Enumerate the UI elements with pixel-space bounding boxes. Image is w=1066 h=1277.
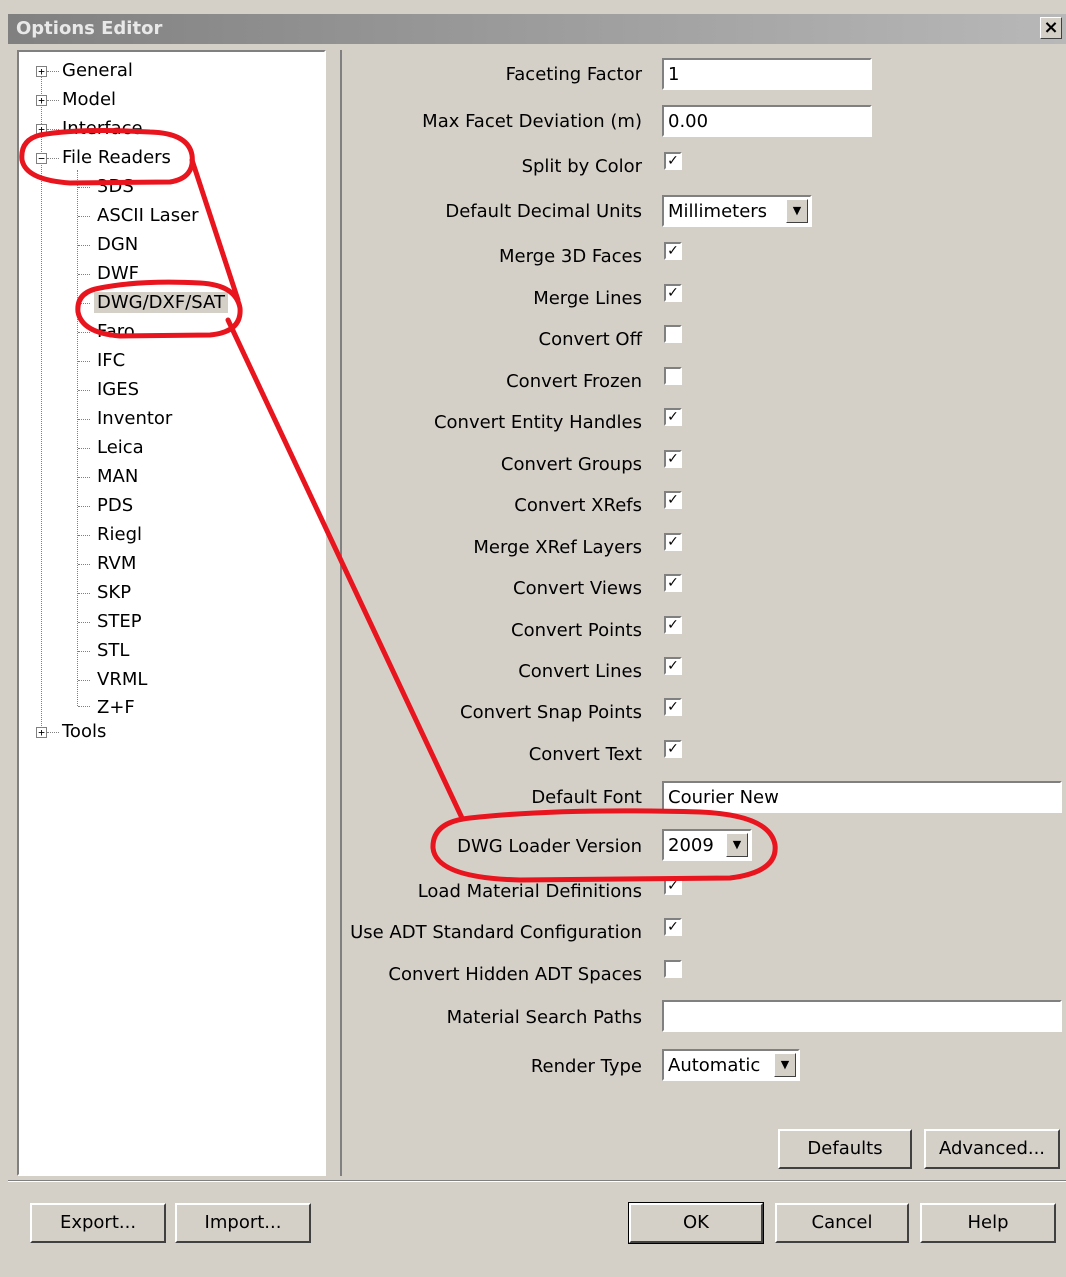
convert-xrefs-checkbox[interactable]: ✓ (664, 491, 682, 509)
split-by-color-checkbox[interactable]: ✓ (664, 152, 682, 170)
cancel-button[interactable]: Cancel (775, 1203, 909, 1243)
tree-item-ifc[interactable]: IFC (97, 349, 125, 373)
convert-xrefs-label: Convert XRefs (514, 495, 642, 516)
merge-xref-layers-checkbox[interactable]: ✓ (664, 533, 682, 551)
merge-xref-layers-label: Merge XRef Layers (473, 537, 642, 558)
convert-lines-checkbox[interactable]: ✓ (664, 657, 682, 675)
convert-lines-label: Convert Lines (518, 661, 642, 682)
tree-item-stl[interactable]: STL (97, 639, 129, 663)
convert-views-checkbox[interactable]: ✓ (664, 574, 682, 592)
help-button[interactable]: Help (920, 1203, 1056, 1243)
convert-entity-handles-label: Convert Entity Handles (433, 412, 642, 433)
render-type-label: Render Type (530, 1056, 642, 1077)
import-button[interactable]: Import... (175, 1203, 311, 1243)
default-decimal-units-select[interactable]: Millimeters ▼ (662, 195, 812, 227)
max-facet-deviation-input[interactable]: 0.00 (662, 105, 872, 137)
material-search-paths-input[interactable] (662, 1000, 1062, 1032)
merge-3d-faces-label: Merge 3D Faces (498, 246, 642, 267)
convert-frozen-checkbox[interactable] (664, 367, 682, 385)
tree-item-pds[interactable]: PDS (97, 494, 133, 518)
tree-item-3ds[interactable]: 3DS (97, 175, 134, 199)
load-material-definitions-checkbox[interactable]: ✓ (664, 877, 682, 895)
convert-groups-label: Convert Groups (500, 454, 642, 475)
convert-text-checkbox[interactable]: ✓ (664, 740, 682, 758)
defaults-button[interactable]: Defaults (778, 1129, 912, 1169)
chevron-down-icon[interactable]: ▼ (786, 199, 808, 223)
merge-lines-checkbox[interactable]: ✓ (664, 284, 682, 302)
merge-lines-label: Merge Lines (533, 288, 642, 309)
tree-item-inventor[interactable]: Inventor (97, 407, 172, 431)
tree-item-file-readers[interactable]: File Readers (62, 146, 171, 170)
merge-3d-faces-checkbox[interactable]: ✓ (664, 242, 682, 260)
tree-item-general[interactable]: General (62, 59, 133, 83)
options-tree[interactable]: + General + Model + Interface − File Rea… (17, 50, 326, 1176)
convert-points-checkbox[interactable]: ✓ (664, 616, 682, 634)
convert-frozen-label: Convert Frozen (506, 371, 642, 392)
default-decimal-units-value: Millimeters (668, 201, 768, 222)
convert-off-checkbox[interactable] (664, 325, 682, 343)
tree-item-leica[interactable]: Leica (97, 436, 144, 460)
convert-hidden-adt-spaces-label: Convert Hidden ADT Spaces (388, 964, 642, 985)
use-adt-standard-config-checkbox[interactable]: ✓ (664, 918, 682, 936)
close-button[interactable]: × (1040, 17, 1062, 39)
default-decimal-units-label: Default Decimal Units (445, 201, 642, 222)
tree-item-riegl[interactable]: Riegl (97, 523, 142, 547)
tree-item-rvm[interactable]: RVM (97, 552, 136, 576)
tree-item-step[interactable]: STEP (97, 610, 142, 634)
tree-item-dgn[interactable]: DGN (97, 233, 138, 257)
tree-item-ascii-laser[interactable]: ASCII Laser (97, 204, 199, 228)
dwg-loader-version-select[interactable]: 2009 ▼ (662, 829, 752, 861)
expand-tools-icon[interactable]: + (36, 727, 47, 738)
max-facet-deviation-label: Max Facet Deviation (m) (422, 111, 642, 132)
convert-off-label: Convert Off (538, 329, 642, 350)
tree-item-skp[interactable]: SKP (97, 581, 131, 605)
chevron-down-icon[interactable]: ▼ (774, 1053, 796, 1077)
footer-divider (8, 1180, 1066, 1182)
convert-hidden-adt-spaces-checkbox[interactable] (664, 960, 682, 978)
expand-model-icon[interactable]: + (36, 95, 47, 106)
dwg-loader-version-label: DWG Loader Version (457, 836, 642, 857)
tree-item-interface[interactable]: Interface (62, 117, 143, 141)
default-font-label: Default Font (531, 787, 642, 808)
convert-entity-handles-checkbox[interactable]: ✓ (664, 408, 682, 426)
dwg-loader-version-value: 2009 (668, 835, 714, 856)
tree-item-vrml[interactable]: VRML (97, 668, 147, 692)
tree-item-dwf[interactable]: DWF (97, 262, 139, 286)
faceting-factor-input[interactable]: 1 (662, 58, 872, 90)
convert-views-label: Convert Views (513, 578, 642, 599)
tree-root-line (41, 66, 42, 732)
tree-item-dwg-dxf-sat[interactable]: DWG/DXF/SAT (94, 291, 228, 315)
load-material-definitions-label: Load Material Definitions (417, 881, 642, 902)
expand-interface-icon[interactable]: + (36, 124, 47, 135)
tree-item-man[interactable]: MAN (97, 465, 138, 489)
export-button[interactable]: Export... (30, 1203, 166, 1243)
chevron-down-icon[interactable]: ▼ (726, 833, 748, 857)
window-title: Options Editor (16, 18, 163, 39)
tree-item-iges[interactable]: IGES (97, 378, 139, 402)
advanced-button[interactable]: Advanced... (924, 1129, 1060, 1169)
expand-general-icon[interactable]: + (36, 66, 47, 77)
tree-item-zf[interactable]: Z+F (97, 696, 135, 720)
convert-points-label: Convert Points (511, 620, 642, 641)
default-font-input[interactable]: Courier New (662, 781, 1062, 813)
render-type-value: Automatic (668, 1055, 761, 1076)
collapse-file-readers-icon[interactable]: − (36, 153, 47, 164)
ok-button[interactable]: OK (628, 1202, 764, 1244)
render-type-select[interactable]: Automatic ▼ (662, 1049, 800, 1081)
material-search-paths-label: Material Search Paths (446, 1007, 642, 1028)
tree-item-tools[interactable]: Tools (62, 720, 106, 744)
split-by-color-label: Split by Color (521, 156, 642, 177)
use-adt-standard-config-label: Use ADT Standard Configuration (350, 922, 642, 943)
tree-item-faro[interactable]: Faro (97, 320, 135, 344)
convert-groups-checkbox[interactable]: ✓ (664, 450, 682, 468)
convert-snap-points-label: Convert Snap Points (460, 702, 642, 723)
convert-snap-points-checkbox[interactable]: ✓ (664, 698, 682, 716)
faceting-factor-label: Faceting Factor (505, 64, 642, 85)
tree-child-line (77, 170, 78, 706)
convert-text-label: Convert Text (528, 744, 642, 765)
tree-item-model[interactable]: Model (62, 88, 116, 112)
title-bar: Options Editor × (8, 14, 1066, 44)
